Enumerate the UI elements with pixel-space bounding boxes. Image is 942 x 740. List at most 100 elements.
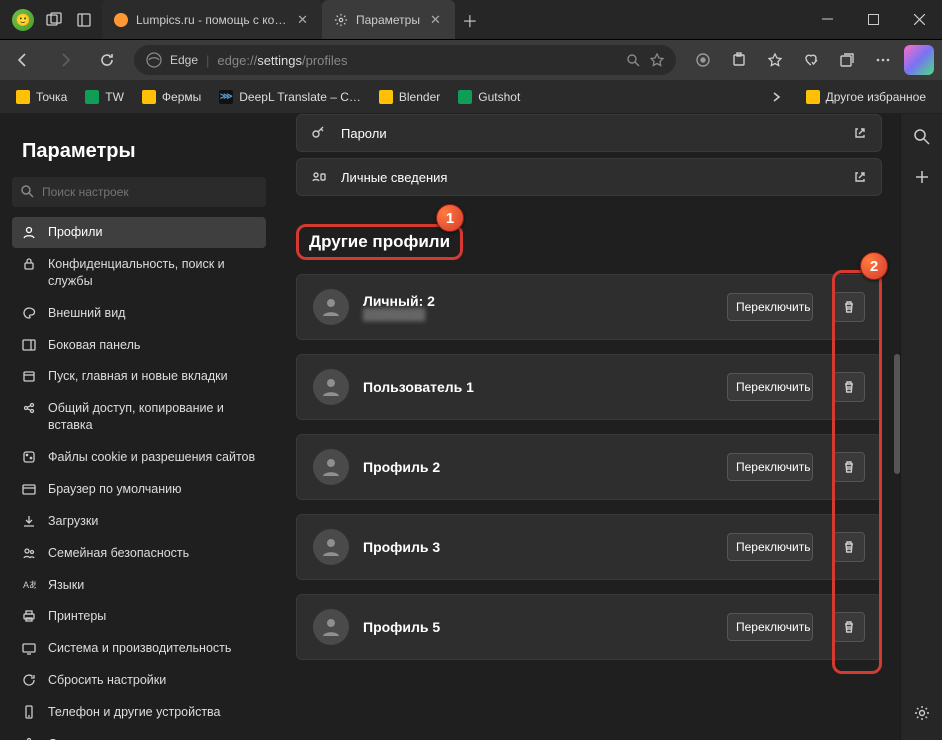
avatar-icon [313, 609, 349, 645]
switch-button[interactable]: Переключить [727, 293, 813, 321]
bookmark-item[interactable]: TW [77, 86, 132, 108]
cookie-icon [22, 450, 38, 464]
nav-label: Боковая панель [48, 337, 140, 354]
nav-label: Принтеры [48, 608, 106, 625]
bookmark-label: Gutshot [478, 90, 520, 104]
switch-button[interactable]: Переключить [727, 533, 813, 561]
nav-family[interactable]: Семейная безопасность [12, 538, 266, 569]
bookmark-item[interactable]: Gutshot [450, 86, 528, 108]
bookmark-label: Фермы [162, 90, 201, 104]
refresh-button[interactable] [92, 45, 122, 75]
row-label: Пароли [341, 126, 387, 141]
nav-sidebar[interactable]: Боковая панель [12, 330, 266, 361]
tab-actions-icon[interactable] [74, 13, 94, 27]
settings-sidebar: Параметры Профили Конфиденциальность, по… [0, 114, 278, 740]
collections-icon[interactable] [832, 45, 862, 75]
other-profiles-heading: Другие профили [296, 224, 463, 260]
nav-phone[interactable]: Телефон и другие устройства [12, 697, 266, 728]
personal-info-row[interactable]: Личные сведения [296, 158, 882, 196]
lock-icon [22, 257, 38, 271]
maximize-button[interactable] [850, 0, 896, 40]
side-settings-icon[interactable] [909, 700, 935, 726]
nav-printers[interactable]: Принтеры [12, 601, 266, 632]
bookmark-overflow[interactable] [762, 87, 790, 107]
edge-icon [146, 52, 162, 68]
profile-row: Профиль 5 Переключить [296, 594, 882, 660]
bookmarks-bar: Точка TW Фермы ⋙DeepL Translate – C… Ble… [0, 80, 942, 114]
bookmark-item[interactable]: Фермы [134, 86, 209, 108]
tab-lumpics[interactable]: Lumpics.ru - помощь с компьют ✕ [102, 0, 322, 39]
passwords-row[interactable]: Пароли [296, 114, 882, 152]
bookmark-label: Точка [36, 90, 67, 104]
extensions-icon[interactable] [724, 45, 754, 75]
nav-system[interactable]: Система и производительность [12, 633, 266, 664]
nav-appearance[interactable]: Внешний вид [12, 298, 266, 329]
family-icon [22, 546, 38, 560]
profile-avatar-titlebar[interactable]: 🙂 [12, 9, 34, 31]
scrollbar[interactable] [894, 354, 900, 474]
workspaces-icon[interactable] [44, 12, 64, 28]
minimize-button[interactable] [804, 0, 850, 40]
tracking-icon[interactable] [688, 45, 718, 75]
nav-label: Языки [48, 577, 84, 594]
nav-reset[interactable]: Сбросить настройки [12, 665, 266, 696]
site-icon [85, 90, 99, 104]
browser-icon [22, 482, 38, 496]
bookmark-label: Blender [399, 90, 440, 104]
nav-cookies[interactable]: Файлы cookie и разрешения сайтов [12, 442, 266, 473]
printer-icon [22, 609, 38, 623]
health-icon[interactable] [796, 45, 826, 75]
settings-title: Параметры [12, 134, 266, 177]
sidebar-icon [22, 338, 38, 352]
avatar-icon [313, 369, 349, 405]
tab-settings[interactable]: Параметры ✕ [322, 0, 455, 39]
more-icon[interactable] [868, 45, 898, 75]
appearance-icon [22, 306, 38, 320]
close-icon[interactable]: ✕ [295, 10, 310, 30]
nav-share[interactable]: Общий доступ, копирование и вставка [12, 393, 266, 441]
delete-button[interactable] [833, 532, 865, 562]
bookmark-item[interactable]: Blender [371, 86, 448, 108]
delete-button[interactable] [833, 612, 865, 642]
bookmark-item[interactable]: ⋙DeepL Translate – C… [211, 86, 369, 108]
back-button[interactable] [8, 45, 38, 75]
search-icon[interactable] [626, 53, 640, 67]
other-bookmarks[interactable]: Другое избранное [798, 86, 934, 108]
close-button[interactable] [896, 0, 942, 40]
side-add-icon[interactable] [909, 164, 935, 190]
switch-button[interactable]: Переключить [727, 373, 813, 401]
forward-button [50, 45, 80, 75]
delete-button[interactable] [833, 452, 865, 482]
nav-languages[interactable]: AあЯзыки [12, 570, 266, 601]
close-icon[interactable]: ✕ [428, 10, 443, 30]
tab-title: Lumpics.ru - помощь с компьют [136, 13, 287, 27]
new-tab-button[interactable]: ＋ [455, 0, 485, 39]
side-search-icon[interactable] [909, 124, 935, 150]
bookmark-label: DeepL Translate – C… [239, 90, 361, 104]
nav-label: Внешний вид [48, 305, 125, 322]
nav-label: Браузер по умолчанию [48, 481, 182, 498]
copilot-button[interactable] [904, 45, 934, 75]
favorite-icon[interactable] [650, 53, 664, 67]
switch-button[interactable]: Переключить [727, 613, 813, 641]
bookmark-item[interactable]: Точка [8, 86, 75, 108]
nav-label: Семейная безопасность [48, 545, 189, 562]
address-bar[interactable]: Edge | edge://settings/profiles [134, 45, 676, 75]
nav-profiles[interactable]: Профили [12, 217, 266, 248]
delete-button[interactable] [833, 292, 865, 322]
url-text: edge://settings/profiles [217, 53, 347, 68]
delete-button[interactable] [833, 372, 865, 402]
nav-default-browser[interactable]: Браузер по умолчанию [12, 474, 266, 505]
favorites-icon[interactable] [760, 45, 790, 75]
nav-downloads[interactable]: Загрузки [12, 506, 266, 537]
nav-accessibility[interactable]: Специальные возможности [12, 729, 266, 740]
switch-button[interactable]: Переключить [727, 453, 813, 481]
search-icon [20, 184, 34, 198]
toolbar: Edge | edge://settings/profiles [0, 40, 942, 80]
settings-search-input[interactable] [12, 177, 266, 207]
nav-privacy[interactable]: Конфиденциальность, поиск и службы [12, 249, 266, 297]
profile-name: Профиль 2 [363, 459, 713, 475]
nav-label: Сбросить настройки [48, 672, 166, 689]
nav-label: Система и производительность [48, 640, 231, 657]
nav-start[interactable]: Пуск, главная и новые вкладки [12, 361, 266, 392]
